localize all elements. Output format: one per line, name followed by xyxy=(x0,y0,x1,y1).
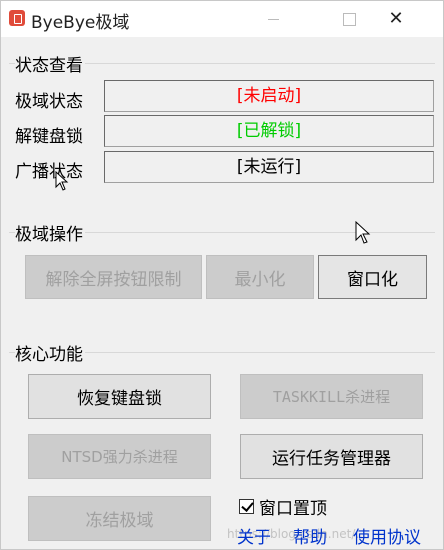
minimize-jiyu-button[interactable]: 最小化 xyxy=(206,255,314,299)
topmost-checkbox-label: 窗口置顶 xyxy=(259,498,327,519)
label-broadcast-status: 广播状态 xyxy=(15,162,83,182)
topmost-checkbox[interactable] xyxy=(239,498,254,514)
freeze-jiyu-button[interactable]: 冻结极域 xyxy=(28,496,211,541)
ops-group-title: 极域操作 xyxy=(15,220,85,245)
agreement-link[interactable]: 使用协议 xyxy=(353,523,421,548)
keyboard-lock-text: [已解锁] xyxy=(236,121,302,141)
help-link[interactable]: 帮助 xyxy=(293,523,327,548)
label-keyboard-lock: 解键盘锁 xyxy=(15,127,83,147)
app-lock-icon xyxy=(9,10,25,26)
title-bar[interactable]: ByeBye极域 ✕ xyxy=(1,1,443,37)
about-link[interactable]: 关于 xyxy=(237,523,271,548)
taskkill-button[interactable]: TASKKILL杀进程 xyxy=(240,374,423,419)
minimize-button[interactable] xyxy=(251,1,297,37)
window-title: ByeBye极域 xyxy=(31,13,130,33)
restore-keyboard-lock-button[interactable]: 恢复键盘锁 xyxy=(28,374,211,419)
app-window: ByeBye极域 ✕ 状态查看 极域状态 [未启动] 解键盘锁 [已解锁] 广播… xyxy=(0,0,444,550)
broadcast-status-value: [未运行] xyxy=(104,151,434,183)
maximize-button[interactable] xyxy=(325,1,371,37)
windowed-jiyu-button[interactable]: 窗口化 xyxy=(318,255,427,299)
status-group-title: 状态查看 xyxy=(15,51,85,76)
remove-fullscreen-limit-button[interactable]: 解除全屏按钮限制 xyxy=(25,255,202,299)
keyboard-lock-value: [已解锁] xyxy=(104,115,434,147)
jiyu-status-value: [未启动] xyxy=(104,80,434,112)
jiyu-status-text: [未启动] xyxy=(236,86,302,106)
label-jiyu-status: 极域状态 xyxy=(15,92,83,112)
broadcast-status-text: [未运行] xyxy=(236,157,302,177)
ntsd-kill-button[interactable]: NTSD强力杀进程 xyxy=(28,434,211,479)
core-group-title: 核心功能 xyxy=(15,340,85,365)
topmost-checkbox-row[interactable]: 窗口置顶 xyxy=(239,495,327,519)
run-task-manager-button[interactable]: 运行任务管理器 xyxy=(240,434,423,479)
close-button[interactable]: ✕ xyxy=(373,1,419,37)
